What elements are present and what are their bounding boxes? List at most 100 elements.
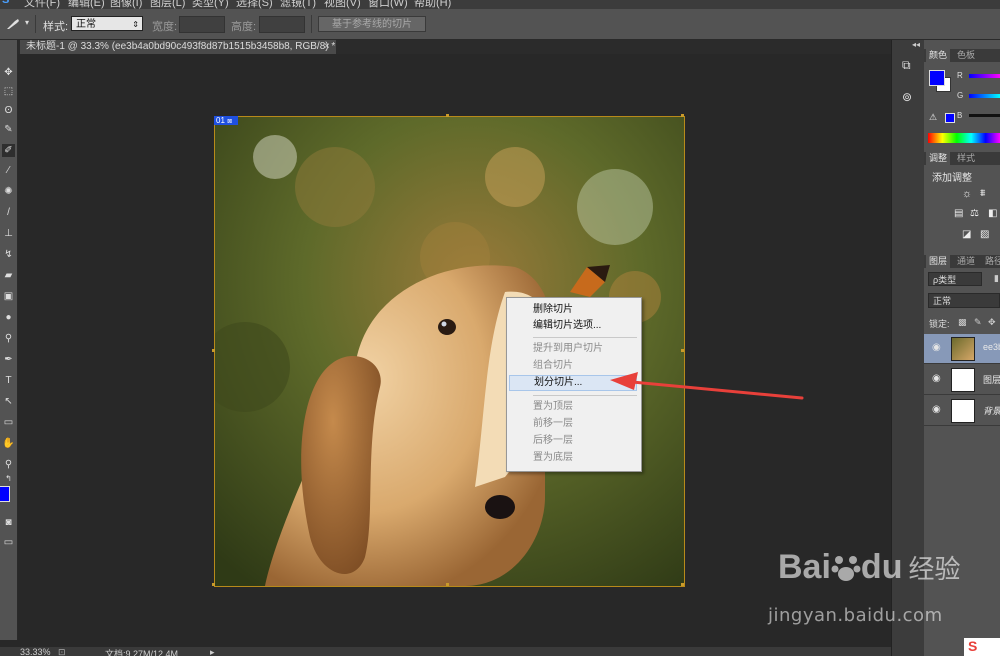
filter-toggle-icon[interactable]: ▮ <box>994 273 999 284</box>
close-tab-icon[interactable]: × <box>324 40 336 54</box>
color-spectrum-bar[interactable] <box>928 133 1000 143</box>
lock-transparency-icon[interactable]: ▩ <box>958 317 967 328</box>
blur-tool-icon[interactable]: ● <box>2 311 15 324</box>
lock-position-icon[interactable]: ✥ <box>988 317 996 328</box>
menu-item-send-to-back[interactable]: 置为底层 <box>507 450 639 466</box>
updown-icon: ⇕ <box>132 20 139 29</box>
slice-handle[interactable] <box>681 583 684 586</box>
menu-item-promote-slice[interactable]: 提升到用户切片 <box>507 341 639 357</box>
blend-mode-select[interactable]: 正常 <box>928 293 1000 308</box>
menu-layer[interactable]: 图层(L) <box>150 0 185 9</box>
brush-tool-icon[interactable]: / <box>2 206 15 219</box>
actions-panel-icon[interactable]: ⊚ <box>902 90 912 104</box>
tab-adjustments[interactable]: 调整 <box>926 152 951 165</box>
brightness-icon[interactable]: ☼ <box>962 188 972 200</box>
layer-row[interactable]: ◉ 背景 <box>924 396 1000 426</box>
history-panel-icon[interactable]: ⧉ <box>902 58 911 73</box>
menu-view[interactable]: 视图(V) <box>324 0 361 9</box>
slice-tool-active-icon[interactable]: ✐ <box>2 144 15 157</box>
menu-file[interactable]: 文件(F) <box>24 0 60 9</box>
menu-window[interactable]: 窗口(W) <box>368 0 408 9</box>
layer-filter-select[interactable]: ρ类型 <box>928 272 982 286</box>
menu-filter[interactable]: 滤镜(T) <box>280 0 316 9</box>
marquee-tool-icon[interactable]: ⬚ <box>2 85 15 98</box>
zoom-tool-icon[interactable]: ⚲ <box>2 458 15 471</box>
dodge-tool-icon[interactable]: ⚲ <box>2 332 15 345</box>
eraser-tool-icon[interactable]: ▰ <box>2 269 15 282</box>
slice-handle[interactable] <box>681 114 684 117</box>
gradient-map-icon[interactable]: ▨ <box>980 229 989 240</box>
screen-mode-icon[interactable]: ▭ <box>2 536 15 549</box>
layer-name[interactable]: 图层 <box>983 373 1000 386</box>
color-foreground-swatch[interactable] <box>929 70 945 86</box>
swap-colors-icon[interactable]: ↰ <box>2 472 15 485</box>
tab-channels[interactable]: 通道 <box>954 255 978 268</box>
lasso-tool-icon[interactable]: ʘ <box>2 104 15 117</box>
channel-b-slider[interactable] <box>969 114 1000 117</box>
layer-row[interactable]: ◉ ee3b <box>924 334 1000 364</box>
tab-paths[interactable]: 路径 <box>982 255 1000 268</box>
collapse-panels-icon[interactable]: ◂◂ <box>912 40 920 49</box>
visibility-eye-icon[interactable]: ◉ <box>932 373 941 384</box>
visibility-eye-icon[interactable]: ◉ <box>932 404 941 415</box>
menu-item-delete-slice[interactable]: 删除切片 <box>507 302 639 318</box>
menu-image[interactable]: 图像(I) <box>110 0 142 9</box>
menu-item-edit-slice-options[interactable]: 编辑切片选项... <box>507 318 639 334</box>
slice-tool-icon[interactable] <box>6 18 22 30</box>
gradient-tool-icon[interactable]: ▣ <box>2 290 15 303</box>
tab-layers[interactable]: 图层 <box>926 255 951 268</box>
paw-icon <box>831 552 861 582</box>
healing-tool-icon[interactable]: ✺ <box>2 185 15 198</box>
layer-name[interactable]: 背景 <box>983 404 1000 417</box>
menu-type[interactable]: 类型(Y) <box>192 0 229 9</box>
channel-g-slider[interactable] <box>969 94 1000 98</box>
color-balance-icon[interactable]: ⚖ <box>970 208 979 219</box>
hand-tool-icon[interactable]: ✋ <box>2 437 15 450</box>
slices-from-guides-button[interactable]: 基于参考线的切片 <box>318 16 426 32</box>
tab-color[interactable]: 颜色 <box>926 49 951 62</box>
share-icon[interactable]: ⊡ <box>58 647 66 656</box>
channel-r-slider[interactable] <box>969 74 1000 78</box>
status-menu-arrow-icon[interactable]: ▸ <box>210 647 215 656</box>
invert-icon[interactable]: ◪ <box>962 229 971 240</box>
slice-handle[interactable] <box>212 349 215 352</box>
web-safe-swatch[interactable] <box>945 113 955 123</box>
tab-swatches[interactable]: 色板 <box>954 49 978 62</box>
slice-handle[interactable] <box>446 114 449 117</box>
quick-select-tool-icon[interactable]: ✎ <box>2 123 15 136</box>
menu-item-bring-forward[interactable]: 前移一层 <box>507 416 639 432</box>
bw-icon[interactable]: ◧ <box>988 208 997 219</box>
history-brush-icon[interactable]: ↯ <box>2 248 15 261</box>
path-select-tool-icon[interactable]: ↖ <box>2 395 15 408</box>
document-tab[interactable]: 未标题-1 @ 33.3% (ee3b4a0bd90c493f8d87b1515… <box>20 40 336 54</box>
height-input[interactable] <box>259 16 305 33</box>
levels-icon[interactable]: ⩩ <box>980 188 985 199</box>
move-tool-icon[interactable]: ✥ <box>2 66 15 79</box>
photoshop-logo-icon[interactable]: S <box>2 0 9 6</box>
slice-handle[interactable] <box>681 349 684 352</box>
layer-name[interactable]: ee3b <box>983 342 1000 352</box>
stamp-tool-icon[interactable]: ⊥ <box>2 227 15 240</box>
style-select[interactable]: 正常 ⇕ <box>71 16 143 31</box>
slice-handle[interactable] <box>212 583 215 586</box>
foreground-color-swatch[interactable] <box>0 486 10 502</box>
quick-mask-icon[interactable]: ◙ <box>2 516 15 529</box>
width-input[interactable] <box>179 16 225 33</box>
visibility-eye-icon[interactable]: ◉ <box>932 342 941 353</box>
menu-help[interactable]: 帮助(H) <box>414 0 451 9</box>
zoom-level[interactable]: 33.33% <box>20 647 51 656</box>
layer-row[interactable]: ◉ 图层 <box>924 365 1000 395</box>
slice-handle[interactable] <box>446 583 449 586</box>
pen-tool-icon[interactable]: ✒ <box>2 353 15 366</box>
type-tool-icon[interactable]: T <box>2 374 15 387</box>
lock-pixels-icon[interactable]: ✎ <box>974 317 982 328</box>
menu-select[interactable]: 选择(S) <box>236 0 273 9</box>
shape-tool-icon[interactable]: ▭ <box>2 416 15 429</box>
chevron-down-icon[interactable]: ▾ <box>25 18 29 27</box>
gamut-warning-icon[interactable]: ⚠ <box>929 112 937 123</box>
hue-icon[interactable]: ▤ <box>954 208 963 219</box>
menu-item-send-backward[interactable]: 后移一层 <box>507 433 639 449</box>
tab-styles[interactable]: 样式 <box>954 152 978 165</box>
menu-edit[interactable]: 编辑(E) <box>68 0 105 9</box>
eyedropper-tool-icon[interactable]: ⁄ <box>2 164 15 177</box>
